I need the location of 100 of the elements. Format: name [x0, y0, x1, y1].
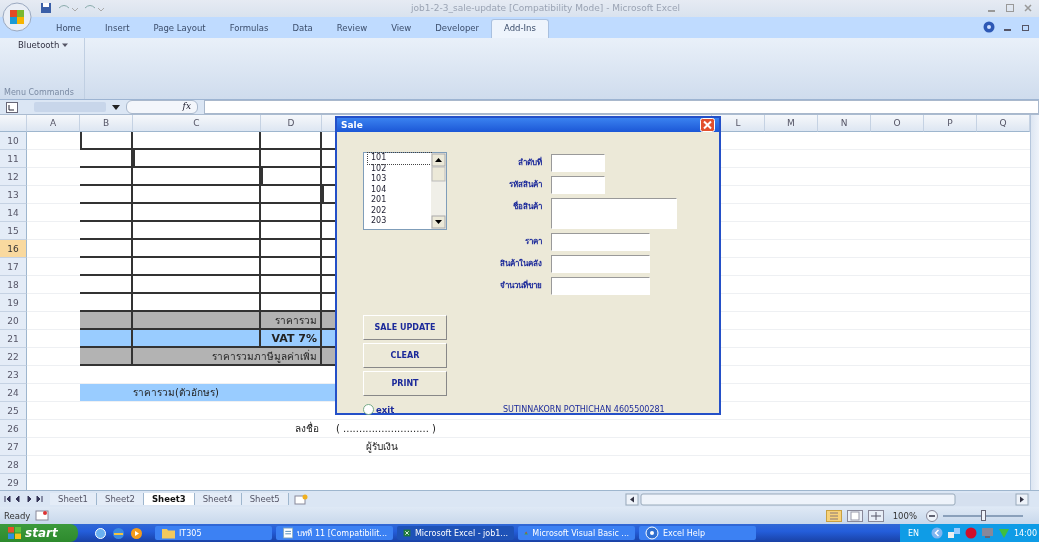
row-header[interactable]: 26 [0, 420, 27, 439]
field-label: จำนวนที่ขาย [500, 279, 542, 293]
row-header[interactable]: 14 [0, 204, 27, 223]
input-field[interactable] [551, 154, 605, 173]
restore-icon[interactable] [1021, 22, 1031, 33]
column-header[interactable]: C [133, 115, 261, 133]
ribbon-tab[interactable]: Home [44, 19, 94, 38]
row-header[interactable]: 19 [0, 294, 27, 313]
ribbon-tab[interactable]: Review [324, 19, 380, 38]
page-break-icon[interactable] [867, 509, 884, 522]
row-header[interactable]: 11 [0, 150, 27, 169]
maximize-icon[interactable] [1005, 3, 1015, 14]
row-header[interactable]: 24 [0, 384, 27, 403]
cell-text: ลงชื่อ [295, 421, 319, 437]
input-field[interactable] [551, 255, 650, 274]
list-item[interactable]: 203 [368, 216, 431, 227]
function-button[interactable]: fx [182, 101, 197, 112]
horizontal-scrollbar[interactable] [625, 492, 1030, 506]
sheet-tab[interactable]: Sheet2 [97, 493, 144, 506]
column-header[interactable]: M [765, 115, 818, 133]
input-field[interactable] [551, 233, 650, 252]
row-header[interactable]: 10 [0, 132, 27, 151]
row-header[interactable]: 25 [0, 402, 27, 421]
page-layout-icon[interactable] [846, 509, 863, 522]
row-header[interactable]: 15 [0, 222, 27, 241]
vertical-scrollbar[interactable] [1030, 115, 1039, 491]
formula-input[interactable] [204, 100, 1039, 115]
zoom-level[interactable]: 100% [892, 510, 917, 521]
row-header[interactable]: 16 [0, 240, 27, 259]
column-header[interactable]: B [80, 115, 133, 133]
group-caption: Menu Commands [4, 88, 75, 98]
ribbon-tab[interactable]: Insert [93, 19, 142, 38]
list-item[interactable]: 103 [368, 174, 431, 185]
column-header[interactable]: A [27, 115, 80, 133]
table-cell [80, 168, 133, 187]
sheet-tab[interactable]: Sheet1 [50, 493, 97, 506]
taskbar-button[interactable]: Microsoft Excel - job1... [397, 526, 514, 540]
start-button[interactable]: start [0, 524, 78, 542]
dialog-button[interactable]: PRINT [363, 371, 447, 397]
input-field[interactable] [551, 277, 650, 296]
input-field[interactable] [551, 176, 605, 195]
exit-option[interactable]: exit [363, 404, 499, 416]
ribbon-tab[interactable]: View [379, 19, 424, 38]
monitor-icon[interactable] [980, 527, 994, 539]
sheet-tab[interactable]: Sheet5 [241, 493, 289, 506]
media-player-icon[interactable] [130, 526, 143, 540]
scrollbar-drawing[interactable] [431, 153, 446, 230]
column-header[interactable]: D [261, 115, 322, 133]
ribbon-tab[interactable]: Data [280, 19, 325, 38]
bluetooth-menu[interactable]: Bluetooth [4, 39, 84, 50]
ribbon-tab[interactable]: Formulas [217, 19, 281, 38]
column-header[interactable]: O [871, 115, 924, 133]
dialog-button[interactable]: CLEAR [363, 343, 447, 369]
list-item[interactable]: 201 [368, 195, 431, 206]
sheet-tab[interactable]: Sheet3 [143, 493, 195, 506]
row-header[interactable]: 28 [0, 456, 27, 475]
row-header[interactable]: 18 [0, 276, 27, 295]
cell-text: ราคารวมภาษีมูลค่าเพิ่ม [212, 348, 317, 364]
row-header[interactable]: 20 [0, 312, 27, 331]
dialog-button[interactable]: SALE UPDATE [363, 315, 447, 341]
close-icon[interactable] [1023, 3, 1033, 14]
row-header[interactable]: 29 [0, 474, 27, 491]
table-cell [80, 150, 133, 169]
column-header[interactable]: Q [977, 115, 1030, 133]
list-item[interactable]: 202 [368, 205, 431, 217]
column-header[interactable]: P [924, 115, 977, 133]
field-label: ราคา [525, 236, 542, 249]
normal-view-icon[interactable] [825, 509, 842, 522]
help-icon[interactable] [983, 21, 995, 34]
radio-button[interactable] [363, 404, 374, 416]
browser-icon[interactable] [112, 526, 125, 540]
row-header[interactable]: 27 [0, 438, 27, 457]
sheet-navigation-icon[interactable] [4, 494, 44, 505]
taskbar-button[interactable]: Microsoft Visual Basic ... [518, 526, 635, 540]
zoom-out-icon[interactable] [926, 509, 938, 522]
list-item[interactable]: 104 [368, 184, 431, 196]
save-icon[interactable] [40, 2, 52, 15]
row-header[interactable]: 12 [0, 168, 27, 187]
sheet-tab[interactable]: Sheet4 [194, 493, 242, 506]
ribbon-tab[interactable]: Developer [423, 19, 491, 38]
row-header[interactable]: 17 [0, 258, 27, 277]
macro-record-icon[interactable] [35, 510, 50, 522]
row-header[interactable]: 21 [0, 330, 27, 349]
network-icon[interactable] [946, 527, 961, 539]
row-header[interactable]: 22 [0, 348, 27, 367]
column-header[interactable]: N [818, 115, 871, 133]
row-header[interactable]: 23 [0, 366, 27, 385]
ribbon-tab[interactable]: Add-Ins [491, 18, 549, 38]
input-field[interactable] [551, 198, 677, 230]
select-all-icon[interactable] [6, 101, 18, 113]
row-header[interactable]: 13 [0, 186, 27, 205]
dropdown-icon[interactable] [112, 103, 120, 112]
table-cell [80, 348, 133, 367]
taskbar-button[interactable]: IT305 [155, 526, 272, 540]
taskbar-button[interactable]: บทที่ 11 [Compatibilit... [276, 526, 393, 540]
status-text: Ready [4, 510, 31, 521]
ribbon-tab[interactable]: Page Layout [141, 19, 218, 38]
list-item[interactable]: 101 [368, 153, 431, 164]
insert-sheet-icon[interactable] [292, 493, 309, 505]
taskbar-button[interactable]: Excel Help [639, 526, 756, 540]
